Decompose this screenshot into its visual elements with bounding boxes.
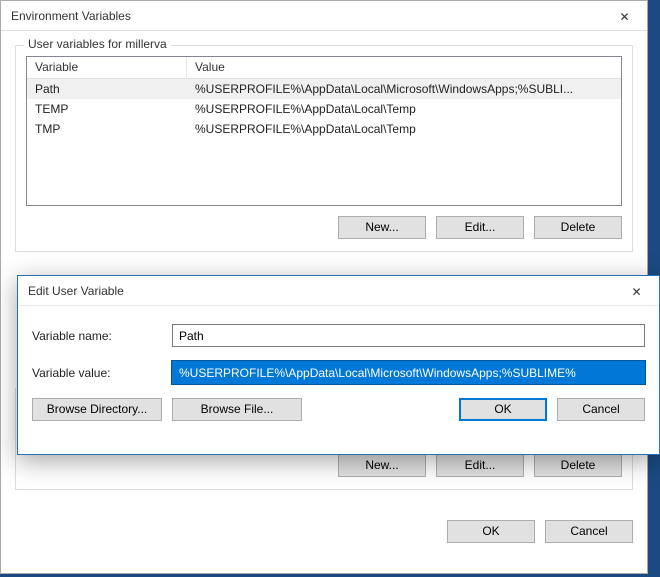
cell-var: TEMP (27, 100, 187, 118)
env-title: Environment Variables (11, 9, 131, 23)
user-edit-button[interactable]: Edit... (436, 216, 524, 239)
env-titlebar: Environment Variables ✕ (1, 1, 647, 31)
browse-directory-button[interactable]: Browse Directory... (32, 398, 162, 421)
table-header: Variable Value (27, 57, 621, 79)
user-variables-rows: Path %USERPROFILE%\AppData\Local\Microso… (27, 79, 621, 139)
variable-value-row: Variable value: (32, 361, 645, 384)
env-ok-button[interactable]: OK (447, 520, 535, 543)
user-variables-table[interactable]: Variable Value Path %USERPROFILE%\AppDat… (26, 56, 622, 206)
variable-name-input[interactable] (172, 324, 645, 347)
edit-user-variable-dialog: Edit User Variable ✕ Variable name: Vari… (17, 275, 660, 455)
cell-var: TMP (27, 120, 187, 138)
cell-val: %USERPROFILE%\AppData\Local\Microsoft\Wi… (187, 80, 621, 98)
browse-file-button[interactable]: Browse File... (172, 398, 302, 421)
sys-new-button[interactable]: New... (338, 454, 426, 477)
col-value[interactable]: Value (187, 57, 621, 78)
cell-val: %USERPROFILE%\AppData\Local\Temp (187, 120, 621, 138)
env-close-button[interactable]: ✕ (602, 1, 647, 31)
user-variables-buttons: New... Edit... Delete (26, 216, 622, 239)
close-icon: ✕ (631, 285, 641, 299)
system-variables-buttons: New... Edit... Delete (26, 454, 622, 477)
variable-name-row: Variable name: (32, 324, 645, 347)
user-variables-group-label: User variables for millerva (24, 37, 171, 51)
cell-val: %USERPROFILE%\AppData\Local\Temp (187, 100, 621, 118)
sys-edit-button[interactable]: Edit... (436, 454, 524, 477)
edit-title: Edit User Variable (28, 284, 124, 298)
edit-cancel-button[interactable]: Cancel (557, 398, 645, 421)
table-row[interactable]: Path %USERPROFILE%\AppData\Local\Microso… (27, 79, 621, 99)
col-variable[interactable]: Variable (27, 57, 187, 78)
variable-name-label: Variable name: (32, 329, 172, 343)
table-row[interactable]: TMP %USERPROFILE%\AppData\Local\Temp (27, 119, 621, 139)
edit-close-button[interactable]: ✕ (614, 276, 659, 306)
edit-body: Variable name: Variable value: Browse Di… (18, 306, 659, 433)
cell-var: Path (27, 80, 187, 98)
env-cancel-button[interactable]: Cancel (545, 520, 633, 543)
close-icon: ✕ (619, 10, 629, 24)
user-delete-button[interactable]: Delete (534, 216, 622, 239)
edit-dialog-buttons: Browse Directory... Browse File... OK Ca… (32, 398, 645, 421)
variable-value-input[interactable] (172, 361, 645, 384)
env-dialog-buttons: OK Cancel (1, 520, 647, 557)
edit-titlebar: Edit User Variable ✕ (18, 276, 659, 306)
edit-ok-button[interactable]: OK (459, 398, 547, 421)
table-row[interactable]: TEMP %USERPROFILE%\AppData\Local\Temp (27, 99, 621, 119)
variable-value-label: Variable value: (32, 366, 172, 380)
user-variables-group: User variables for millerva Variable Val… (15, 45, 633, 252)
sys-delete-button[interactable]: Delete (534, 454, 622, 477)
user-new-button[interactable]: New... (338, 216, 426, 239)
